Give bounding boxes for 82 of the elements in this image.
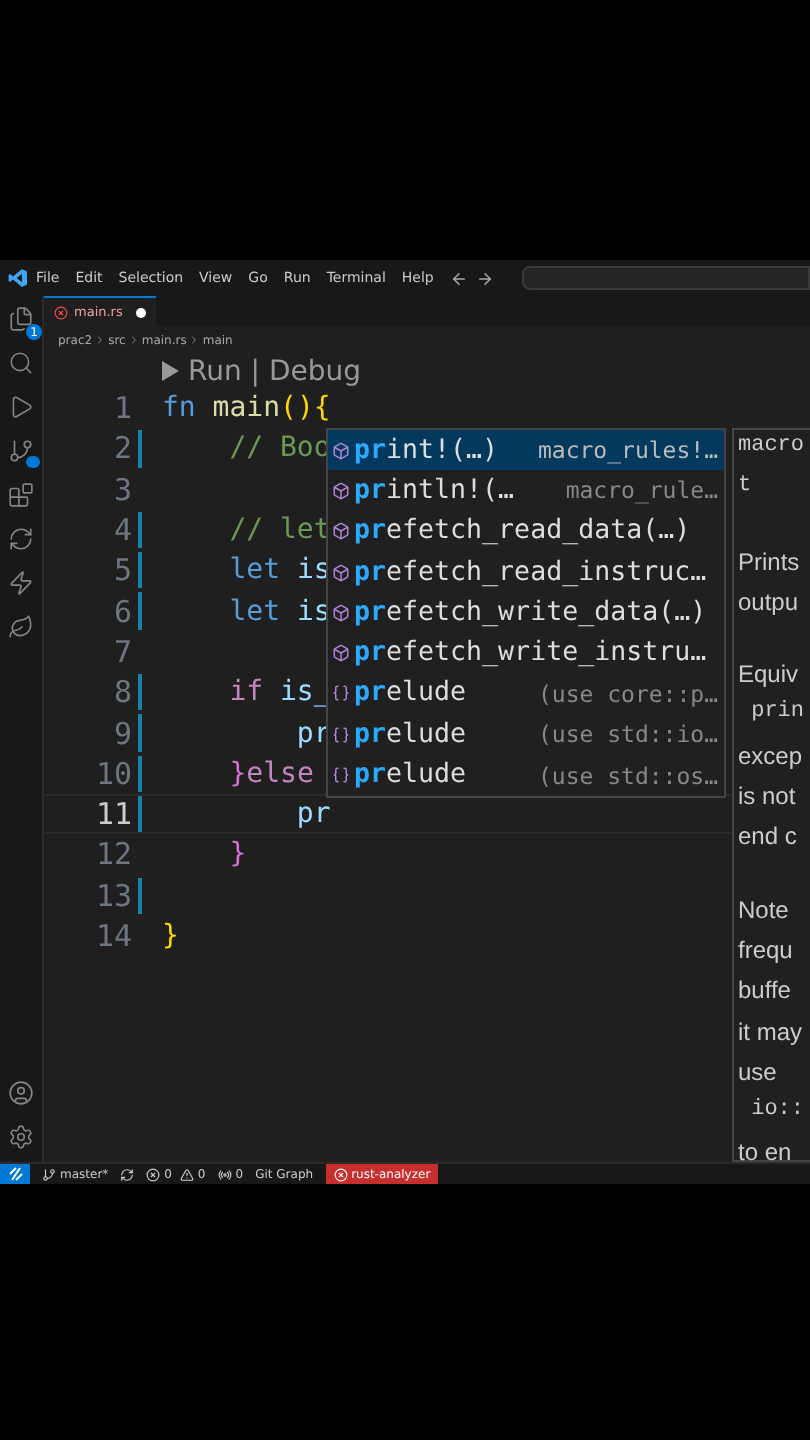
play-icon (160, 360, 180, 382)
doc-text: Note (738, 895, 789, 928)
doc-text: io:: (749, 1098, 805, 1127)
chevron-icon (127, 334, 140, 346)
cube-icon (332, 644, 350, 663)
suggestion-item[interactable]: prelude (use std::io… (328, 714, 724, 755)
code-line: } (162, 920, 179, 952)
doc-text: t (738, 474, 752, 503)
doc-text: macro (738, 434, 805, 462)
suggestion-item[interactable]: prefetch_write_data(…) (328, 592, 724, 633)
suggestion-item[interactable]: println!(… macro_rule… (328, 470, 724, 512)
doc-text: to en (738, 1138, 792, 1171)
line-number: 8 (111, 674, 132, 711)
search-icon[interactable] (8, 350, 34, 376)
doc-text: Equiv (738, 660, 799, 693)
branch-icon[interactable] (8, 438, 34, 464)
code-line: }else (227, 757, 314, 790)
error-icon (146, 1167, 161, 1181)
line-number: 2 (111, 430, 132, 467)
doc-text: is not (738, 782, 796, 815)
cube-icon (332, 441, 350, 460)
braces-icon (332, 684, 350, 703)
line-number: 1 (111, 390, 132, 427)
code-line: if is_ (227, 676, 331, 709)
code-line: // let (227, 514, 331, 547)
line-number: 5 (111, 552, 132, 589)
warning-icon (179, 1167, 194, 1181)
lightning-icon[interactable] (8, 570, 34, 596)
account-icon[interactable] (8, 1080, 34, 1106)
suggestion-item[interactable]: prelude (use std::os… (328, 754, 724, 796)
code-line: } (227, 838, 247, 871)
codelens-link[interactable]: Run | Debug (160, 355, 362, 387)
doc-text: it may (738, 1017, 803, 1050)
chevron-icon (94, 334, 107, 346)
braces-icon (332, 725, 350, 744)
doc-text: Prints (738, 547, 800, 580)
cube-icon (332, 603, 350, 622)
suggestion-item[interactable]: prelude (use core::p… (328, 673, 724, 715)
code-line: pr (294, 798, 331, 831)
error-icon (54, 305, 68, 319)
forward-icon[interactable] (475, 269, 494, 287)
sync-icon[interactable] (120, 1167, 135, 1181)
blocks-icon[interactable] (8, 482, 34, 508)
editor-logo-icon (8, 268, 28, 288)
line-number: 10 (93, 755, 132, 792)
line-number: 14 (93, 918, 132, 954)
error-icon (333, 1167, 348, 1181)
suggestion-item[interactable]: prefetch_read_data(…) (328, 511, 724, 552)
suggestion-item[interactable]: print!(…) macro_rules!… (328, 430, 724, 471)
doc-text: outpu (738, 587, 799, 620)
braces-icon (332, 766, 350, 785)
broadcast-icon (217, 1167, 232, 1181)
code-line: pr (294, 717, 331, 750)
branch-icon (42, 1167, 56, 1181)
doc-text: end c (738, 822, 797, 855)
doc-text: prin (749, 700, 805, 729)
doc-text: buffe (738, 976, 791, 1009)
line-number: 11 (93, 796, 132, 833)
line-number: 7 (111, 633, 132, 670)
remote-icon[interactable] (0, 1164, 30, 1184)
search-field[interactable] (521, 266, 810, 290)
cube-icon (332, 522, 350, 541)
code-line: fn main(){ (162, 392, 331, 425)
line-number: 13 (93, 877, 132, 914)
chevron-icon (188, 334, 201, 346)
doc-text: frequ (738, 935, 793, 968)
cube-icon (332, 563, 350, 582)
line-number: 6 (111, 593, 132, 630)
line-number: 12 (93, 836, 132, 873)
notification-badge (26, 456, 40, 468)
settings-icon[interactable] (8, 1124, 34, 1150)
cube-icon (332, 481, 350, 500)
line-number: 4 (111, 512, 132, 549)
line-number: 9 (111, 715, 132, 752)
suggestion-item[interactable]: prefetch_read_instruc… (328, 551, 724, 593)
line-number: 3 (111, 471, 132, 508)
play-icon[interactable] (8, 394, 34, 420)
back-icon[interactable] (449, 269, 468, 287)
suggestion-item[interactable]: prefetch_write_instru… (328, 632, 724, 674)
doc-text: use (738, 1057, 777, 1090)
doc-text: excep (738, 741, 803, 774)
leaf-icon[interactable] (8, 614, 34, 640)
